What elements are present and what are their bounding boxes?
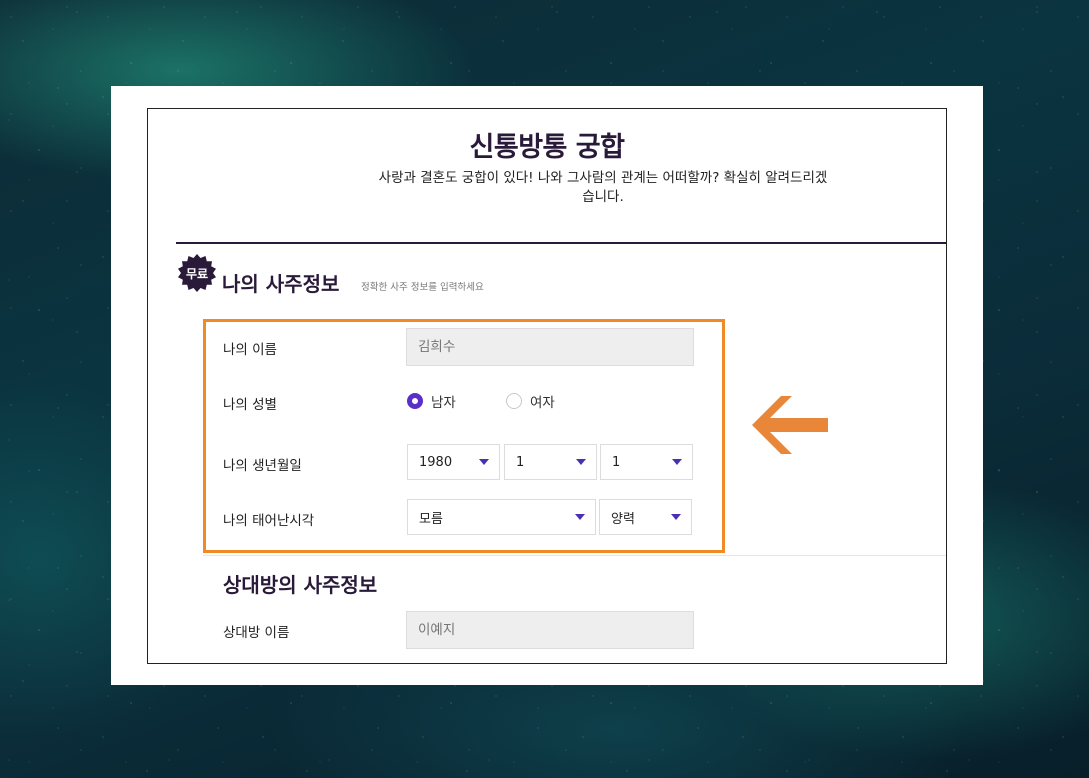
calendar-type-select[interactable]: 양력 bbox=[599, 499, 692, 535]
birth-year-select[interactable]: 1980 bbox=[407, 444, 500, 480]
radio-checked-icon bbox=[407, 393, 423, 409]
birth-year-value: 1980 bbox=[419, 454, 453, 470]
my-birthtime-label: 나의 태어난시각 bbox=[223, 513, 315, 529]
partner-section-title: 상대방의 사주정보 bbox=[223, 573, 378, 597]
birth-month-value: 1 bbox=[516, 454, 525, 470]
radio-unchecked-icon bbox=[506, 393, 522, 409]
my-gender-label: 나의 성별 bbox=[223, 397, 277, 413]
birth-month-select[interactable]: 1 bbox=[504, 444, 597, 480]
dropdown-caret-icon bbox=[671, 514, 681, 520]
my-section-hint: 정확한 사주 정보를 입력하세요 bbox=[361, 282, 484, 293]
birth-time-select[interactable]: 모름 bbox=[407, 499, 596, 535]
my-name-label: 나의 이름 bbox=[223, 342, 277, 358]
dropdown-caret-icon bbox=[575, 514, 585, 520]
dropdown-caret-icon bbox=[479, 459, 489, 465]
gender-option-male[interactable]: 남자 bbox=[407, 391, 456, 411]
section-divider bbox=[203, 555, 946, 556]
form-page: 신통방통 궁합 사랑과 결혼도 궁합이 있다! 나와 그사람의 관계는 어떠할까… bbox=[147, 108, 947, 664]
free-badge: 무료 bbox=[176, 253, 226, 303]
dropdown-caret-icon bbox=[576, 459, 586, 465]
partner-name-label: 상대방 이름 bbox=[223, 625, 290, 641]
birth-day-value: 1 bbox=[612, 454, 621, 470]
screenshot-card: 신통방통 궁합 사랑과 결혼도 궁합이 있다! 나와 그사람의 관계는 어떠할까… bbox=[111, 86, 983, 685]
gender-option-female[interactable]: 여자 bbox=[506, 391, 555, 411]
birth-time-value: 모름 bbox=[419, 511, 443, 527]
my-birthdate-label: 나의 생년월일 bbox=[223, 458, 302, 474]
badge-label: 무료 bbox=[185, 267, 209, 281]
calendar-type-value: 양력 bbox=[611, 511, 635, 527]
left-arrow-icon bbox=[752, 396, 828, 454]
page-title: 신통방통 궁합 bbox=[469, 132, 625, 163]
birth-day-select[interactable]: 1 bbox=[600, 444, 693, 480]
my-section-title: 나의 사주정보 bbox=[222, 272, 340, 296]
title-divider bbox=[176, 242, 946, 244]
dropdown-caret-icon bbox=[672, 459, 682, 465]
my-name-input[interactable] bbox=[406, 328, 694, 366]
gender-option-label: 여자 bbox=[530, 395, 555, 411]
page-subtitle: 사랑과 결혼도 궁합이 있다! 나와 그사람의 관계는 어떠할까? 확실히 알려… bbox=[378, 170, 828, 205]
gender-option-label: 남자 bbox=[431, 395, 456, 411]
partner-name-input[interactable] bbox=[406, 611, 694, 649]
